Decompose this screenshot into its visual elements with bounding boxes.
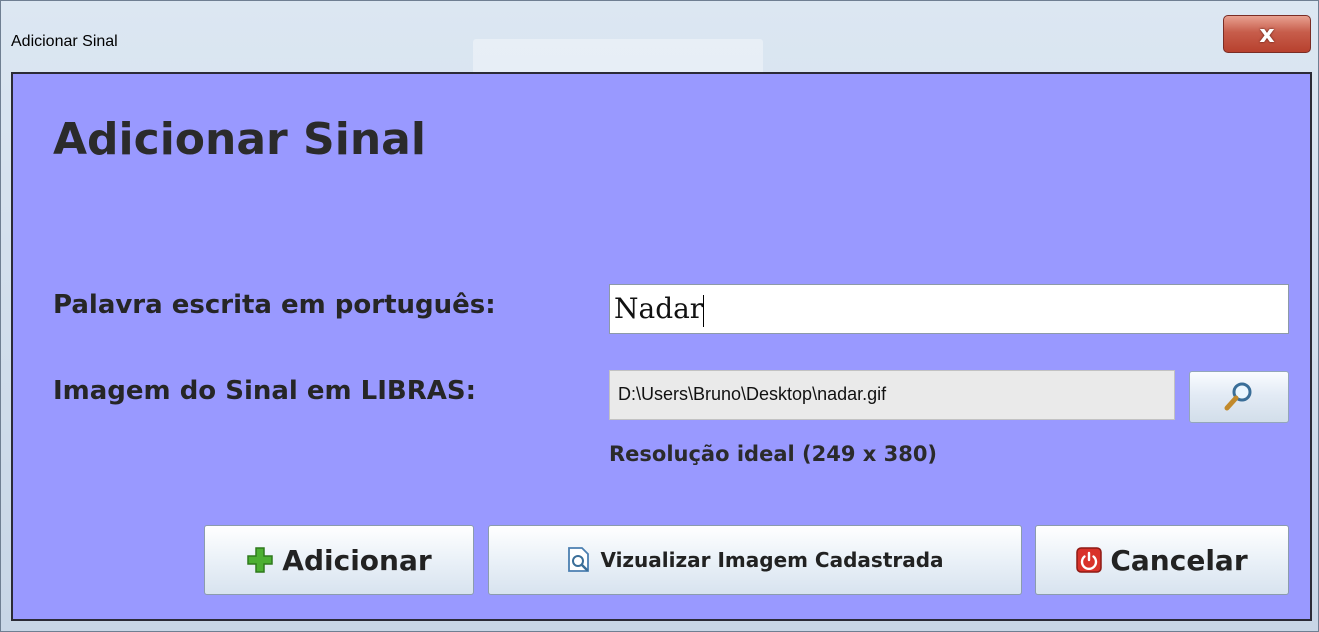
page-title: Adicionar Sinal	[53, 114, 426, 165]
add-button-label: Adicionar	[282, 543, 432, 577]
image-path-field[interactable]: D:\Users\Bruno\Desktop\nadar.gif	[609, 370, 1175, 420]
image-path-value: D:\Users\Bruno\Desktop\nadar.gif	[618, 384, 887, 404]
add-button[interactable]: Adicionar	[204, 525, 474, 595]
cancel-button[interactable]: Cancelar	[1035, 525, 1289, 595]
close-button[interactable]: x	[1223, 15, 1311, 53]
view-image-button[interactable]: Vizualizar Imagem Cadastrada	[488, 525, 1022, 595]
dialog-content: Adicionar Sinal Palavra escrita em portu…	[11, 72, 1312, 621]
cancel-button-label: Cancelar	[1110, 543, 1248, 577]
resolution-hint: Resolução ideal (249 x 380)	[609, 442, 938, 466]
image-label: Imagem do Sinal em LIBRAS:	[53, 376, 476, 406]
word-label: Palavra escrita em português:	[53, 290, 496, 320]
power-icon	[1076, 547, 1103, 573]
close-icon: x	[1259, 20, 1275, 48]
text-caret	[703, 294, 705, 327]
dialog-window: Adicionar Sinal x Adicionar Sinal Palavr…	[0, 0, 1319, 632]
word-input[interactable]: Nadar	[609, 284, 1289, 334]
browse-button[interactable]	[1189, 371, 1289, 423]
magnify-page-icon	[568, 547, 590, 572]
view-image-button-label: Vizualizar Imagem Cadastrada	[600, 548, 944, 572]
window-title: Adicionar Sinal	[11, 33, 118, 50]
word-value: Nadar	[614, 292, 704, 325]
magnifier-icon	[1224, 382, 1252, 411]
plus-icon	[247, 547, 274, 573]
